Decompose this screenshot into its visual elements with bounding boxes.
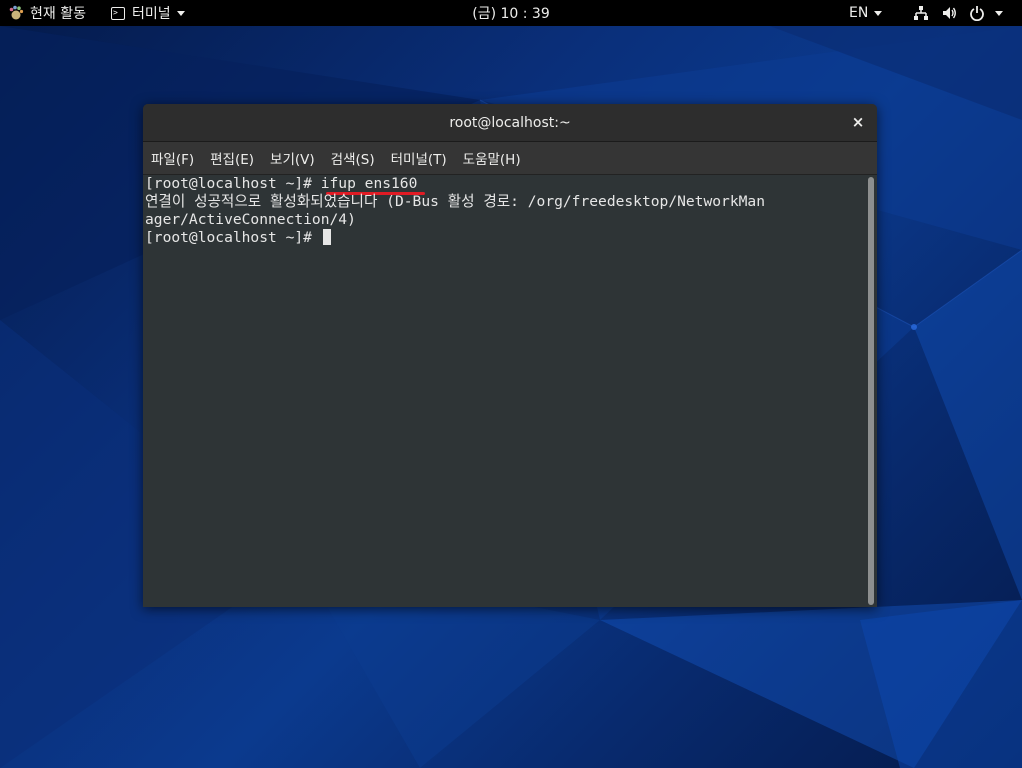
volume-icon bbox=[941, 5, 957, 21]
terminal-line: 연결이 성공적으로 활성화되었습니다 (D-Bus 활성 경로: /org/fr… bbox=[145, 193, 865, 211]
terminal-output[interactable]: [root@localhost ~]# ifup ens160 연결이 성공적으… bbox=[143, 175, 865, 607]
menu-edit[interactable]: 편집(E) bbox=[202, 142, 262, 174]
output-text: 연결이 성공적으로 활성화되었습니다 (D-Bus 활성 경로: /org/fr… bbox=[145, 193, 765, 210]
shell-prompt: [root@localhost ~]# bbox=[145, 175, 321, 192]
shell-prompt: [root@localhost ~]# bbox=[145, 229, 321, 246]
close-icon: × bbox=[851, 113, 865, 131]
activities-label: 현재 활동 bbox=[30, 6, 86, 22]
menu-search[interactable]: 검색(S) bbox=[323, 142, 383, 174]
terminal-line: ager/ActiveConnection/4) bbox=[145, 211, 865, 229]
menu-file[interactable]: 파일(F) bbox=[143, 142, 202, 174]
terminal-line: [root@localhost ~]# bbox=[145, 229, 865, 247]
text-cursor bbox=[322, 229, 331, 245]
output-text: ager/ActiveConnection/4) bbox=[145, 211, 356, 228]
window-titlebar[interactable]: root@localhost:~ × bbox=[143, 104, 877, 142]
activities-button[interactable]: 현재 활동 bbox=[8, 0, 86, 26]
menu-bar: 파일(F) 편집(E) 보기(V) 검색(S) 터미널(T) 도움말(H) bbox=[143, 142, 877, 175]
app-menu-label: 터미널 bbox=[132, 6, 171, 22]
menu-help[interactable]: 도움말(H) bbox=[455, 142, 529, 174]
input-language-button[interactable]: EN bbox=[849, 0, 883, 26]
power-icon bbox=[969, 5, 985, 21]
language-label: EN bbox=[849, 5, 869, 21]
chevron-down-icon bbox=[995, 10, 1003, 16]
terminal-icon: > bbox=[111, 6, 125, 20]
clock-button[interactable]: (금) 10 : 39 bbox=[472, 3, 550, 23]
chevron-down-icon bbox=[176, 10, 185, 16]
scrollbar[interactable] bbox=[867, 177, 875, 605]
top-bar: 현재 활동 > 터미널 (금) 10 : 39 EN bbox=[0, 0, 1022, 26]
gnome-foot-icon bbox=[9, 5, 24, 20]
menu-view[interactable]: 보기(V) bbox=[262, 142, 323, 174]
chevron-down-icon bbox=[874, 10, 883, 16]
system-menu-button[interactable] bbox=[913, 0, 1003, 26]
command-text: ifup ens160 bbox=[320, 175, 418, 192]
terminal-window[interactable]: root@localhost:~ × 파일(F) 편집(E) 보기(V) 검색(… bbox=[143, 104, 877, 607]
scrollbar-thumb[interactable] bbox=[868, 177, 874, 605]
close-button[interactable]: × bbox=[849, 113, 867, 131]
menu-terminal[interactable]: 터미널(T) bbox=[383, 142, 455, 174]
app-menu-button[interactable]: > 터미널 bbox=[111, 0, 185, 26]
network-wired-icon bbox=[913, 5, 929, 21]
window-title: root@localhost:~ bbox=[449, 114, 571, 131]
terminal-line: [root@localhost ~]# ifup ens160 bbox=[145, 175, 865, 195]
